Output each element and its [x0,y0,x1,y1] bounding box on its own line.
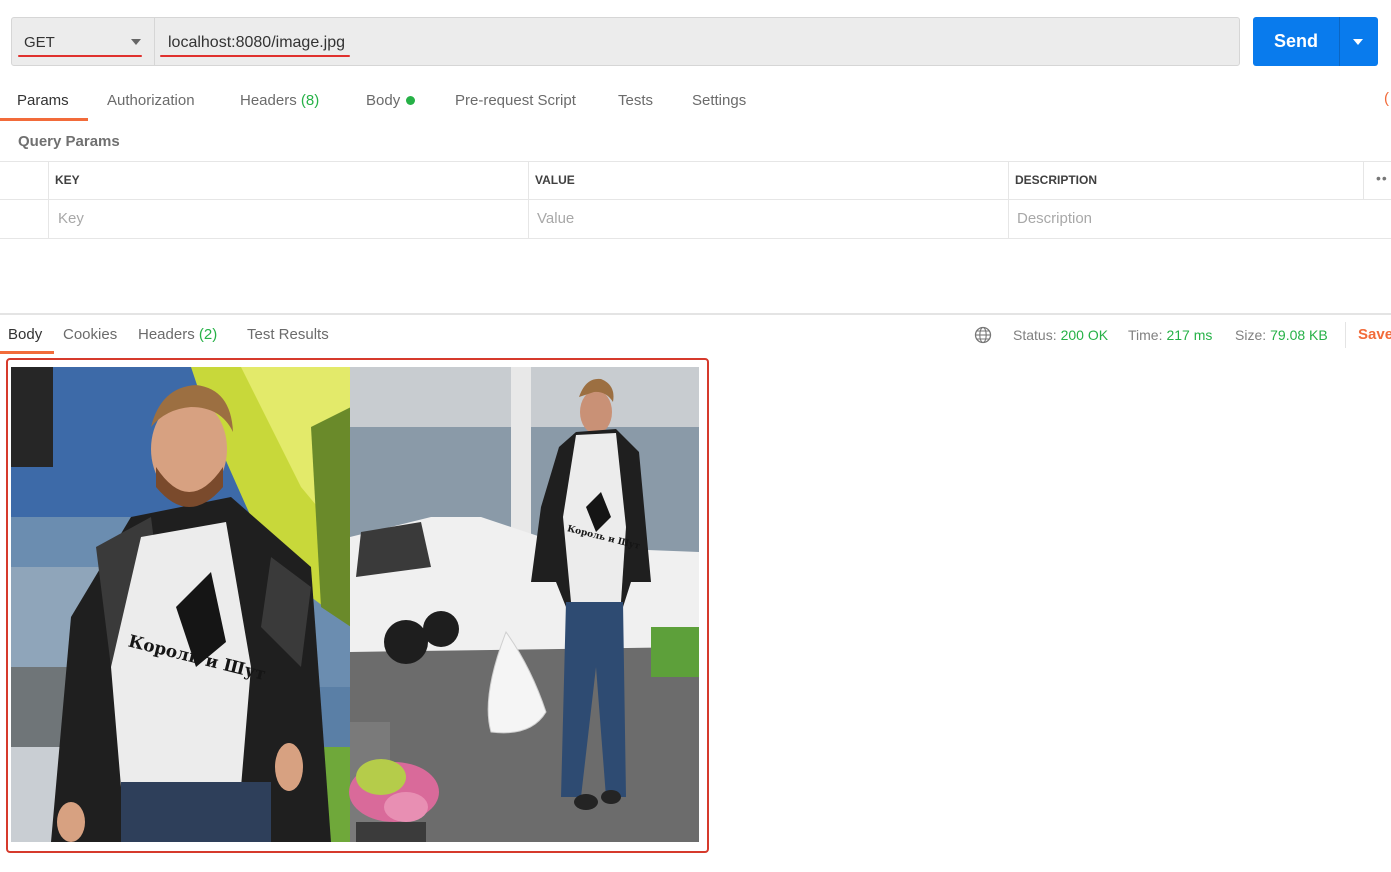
size-value: 79.08 KB [1270,327,1328,343]
response-tab-body[interactable]: Body [8,326,42,343]
tab-settings[interactable]: Settings [692,92,746,109]
column-header-description: DESCRIPTION [1015,173,1098,187]
tab-tests[interactable]: Tests [618,92,653,109]
body-indicator-dot-icon [406,95,416,105]
tab-headers-label: Headers [240,92,297,109]
time-label: Time: [1128,327,1163,343]
tab-pre-request-script[interactable]: Pre-request Script [455,92,576,109]
response-tab-test-results[interactable]: Test Results [247,326,329,343]
response-divider[interactable] [0,313,1391,315]
send-divider [1339,17,1340,66]
table-col-divider [48,162,49,238]
globe-icon[interactable] [974,326,992,344]
time-value: 217 ms [1166,327,1213,343]
method-annotation-underline [18,55,142,57]
table-header-border [0,199,1391,200]
table-col-divider [1363,162,1364,200]
method-value: GET [24,34,55,51]
more-options-icon[interactable]: •• [1376,170,1388,186]
table-bottom-border [0,238,1391,239]
response-status: Status: 200 OK [1013,327,1108,343]
chevron-down-icon [131,39,141,45]
url-annotation-underline [160,55,350,57]
response-image: Король и Шут Король и Шут [11,367,699,842]
tab-body[interactable]: Body [366,92,416,109]
column-header-value: VALUE [535,173,575,187]
tab-body-label: Body [366,92,401,109]
tab-params[interactable]: Params [17,92,69,109]
response-headers-count: (2) [198,326,218,343]
response-time: Time: 217 ms [1128,327,1212,343]
size-label: Size: [1235,327,1267,343]
left-photo-panel: Король и Шут [11,367,351,842]
request-bar: GET localhost:8080/image.jpg [11,17,1240,66]
save-divider [1345,322,1346,348]
send-options-chevron-icon[interactable] [1353,39,1363,45]
param-value-input[interactable]: Value [537,210,574,227]
response-photo: Король и Шут Король и Шут [11,367,699,842]
status-label: Status: [1013,327,1057,343]
send-button[interactable]: Send [1253,17,1378,66]
table-top-border [0,161,1391,162]
url-input[interactable]: localhost:8080/image.jpg [168,34,345,52]
param-description-input[interactable]: Description [1017,210,1092,227]
headers-count: (8) [300,92,320,109]
response-size: Size: 79.08 KB [1235,327,1328,343]
send-label: Send [1273,31,1318,51]
response-tab-headers[interactable]: Headers (2) [138,326,217,343]
tab-headers[interactable]: Headers (8) [240,92,319,109]
save-response-button[interactable]: Save [1358,326,1391,343]
method-select[interactable]: GET [12,18,155,65]
query-params-title: Query Params [18,133,120,150]
right-photo-panel: Король и Шут [349,367,699,842]
param-key-input[interactable]: Key [58,210,84,227]
response-headers-label: Headers [138,326,195,343]
column-header-key: KEY [55,173,80,187]
cookies-link-icon[interactable]: ( [1384,90,1389,107]
tab-authorization[interactable]: Authorization [107,92,195,109]
status-value: 200 OK [1060,327,1109,343]
response-active-tab-indicator [0,351,54,354]
table-col-divider [1008,162,1009,238]
table-col-divider [528,162,529,238]
active-tab-indicator [0,118,88,121]
response-tab-cookies[interactable]: Cookies [63,326,117,343]
